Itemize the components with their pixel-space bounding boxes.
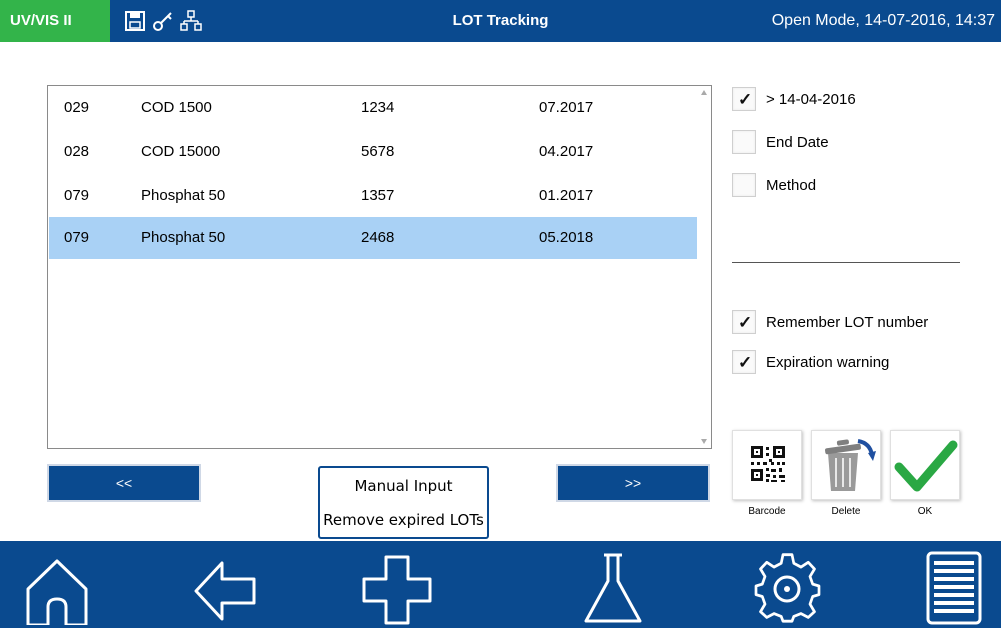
manual-input-button[interactable]: Manual Input [320, 468, 487, 502]
remove-expired-button[interactable]: Remove expired LOTs [320, 502, 487, 536]
save-icon [124, 9, 146, 33]
previous-page-button[interactable]: << [47, 464, 201, 502]
lot-number: 1357 [361, 187, 395, 204]
settings-gear-icon[interactable] [752, 549, 822, 625]
key-icon [152, 9, 174, 33]
delete-button[interactable] [811, 430, 881, 500]
end-date-checkbox[interactable] [732, 130, 756, 154]
lot-code: 079 [64, 229, 90, 246]
lot-row[interactable]: 028 COD 15000 5678 04.2017 [49, 131, 697, 173]
checkmark-icon: ✓ [738, 353, 753, 372]
expiration-warning-checkbox[interactable]: ✓ [732, 350, 756, 374]
end-date-option[interactable]: End Date [732, 129, 829, 155]
trash-can-icon [825, 439, 876, 491]
ok-button[interactable] [890, 430, 960, 500]
checkmark-icon: ✓ [738, 313, 753, 332]
lot-code: 029 [64, 99, 90, 116]
lot-number: 2468 [361, 229, 395, 246]
manual-actions-box: Manual Input Remove expired LOTs [318, 466, 489, 539]
home-icon[interactable] [22, 549, 92, 627]
barcode-button[interactable] [732, 430, 802, 500]
remember-lot-label: Remember LOT number [766, 313, 929, 331]
lot-row[interactable]: 029 COD 1500 1234 07.2017 [49, 87, 697, 129]
lot-code: 079 [64, 187, 90, 204]
lot-method: Phosphat 50 [141, 187, 226, 204]
back-icon[interactable] [190, 549, 260, 625]
network-icon [180, 9, 202, 33]
date-filter-label: > 14-04-2016 [766, 90, 856, 108]
method-label: Method [766, 176, 817, 194]
add-icon[interactable] [362, 549, 432, 625]
lot-method: COD 15000 [141, 143, 221, 160]
expiration-warning-option[interactable]: ✓ Expiration warning [732, 349, 889, 375]
ok-label: OK [917, 506, 933, 517]
lot-list[interactable]: 029 COD 1500 1234 07.2017 028 COD 15000 … [47, 85, 712, 449]
lot-method: Phosphat 50 [141, 229, 226, 246]
mode-datetime-status: Open Mode, 14-07-2016, 14:37 [771, 12, 995, 29]
barcode-label: Barcode [748, 506, 786, 517]
divider [732, 262, 960, 263]
scroll-down-arrow-icon[interactable] [701, 439, 707, 444]
lot-expiry: 07.2017 [539, 99, 594, 116]
menu-list-icon[interactable] [920, 549, 990, 625]
date-filter-checkbox[interactable]: ✓ [732, 87, 756, 111]
top-bar: UV/VIS II LOT Tracking Open Mode, 14-07-… [0, 0, 1001, 42]
method-option[interactable]: Method [732, 172, 816, 198]
app-name-badge: UV/VIS II [0, 0, 110, 42]
checkmark-icon: ✓ [738, 90, 753, 109]
lot-method: COD 1500 [141, 99, 212, 116]
bottom-nav-bar [0, 541, 1001, 628]
flask-icon[interactable] [578, 549, 648, 625]
lot-row-selected[interactable]: 079 Phosphat 50 2468 05.2018 [49, 217, 697, 259]
next-page-button[interactable]: >> [556, 464, 710, 502]
lot-number: 5678 [361, 143, 395, 160]
remember-lot-option[interactable]: ✓ Remember LOT number [732, 309, 928, 335]
method-checkbox[interactable] [732, 173, 756, 197]
expiration-warning-label: Expiration warning [766, 353, 890, 371]
delete-label: Delete [831, 506, 861, 517]
status-icons [124, 8, 202, 34]
end-date-label: End Date [766, 133, 829, 151]
lot-number: 1234 [361, 99, 395, 116]
remember-lot-checkbox[interactable]: ✓ [732, 310, 756, 334]
date-filter-option[interactable]: ✓ > 14-04-2016 [732, 86, 856, 112]
lot-row[interactable]: 079 Phosphat 50 1357 01.2017 [49, 175, 697, 217]
lot-code: 028 [64, 143, 90, 160]
lot-expiry: 01.2017 [539, 187, 594, 204]
lot-expiry: 04.2017 [539, 143, 594, 160]
check-icon [894, 440, 958, 492]
lot-expiry: 05.2018 [539, 229, 594, 246]
qr-code-icon [751, 446, 785, 482]
scroll-up-arrow-icon[interactable] [701, 90, 707, 95]
